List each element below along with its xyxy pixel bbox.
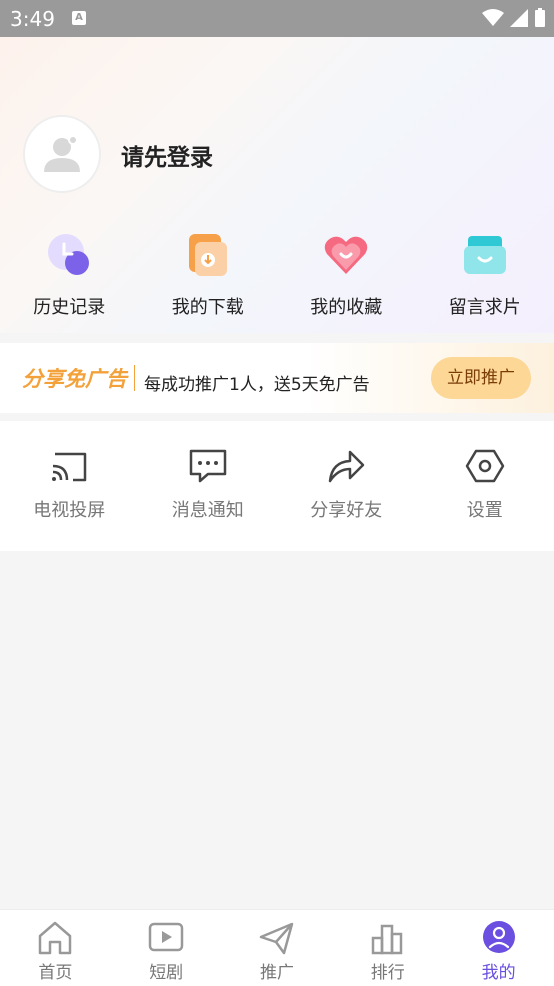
status-bar: 3:49 A bbox=[0, 0, 554, 37]
quick-link-label: 历史记录 bbox=[33, 293, 105, 319]
tool-share-friends[interactable]: 分享好友 bbox=[277, 421, 416, 551]
avatar[interactable] bbox=[23, 115, 101, 193]
tool-label: 消息通知 bbox=[172, 496, 244, 522]
inbox-icon bbox=[460, 230, 510, 280]
tab-label: 排行 bbox=[371, 958, 405, 983]
tab-label: 我的 bbox=[482, 958, 516, 983]
send-icon bbox=[258, 920, 296, 956]
notification-icon: A bbox=[72, 11, 86, 25]
play-icon bbox=[147, 920, 185, 956]
tab-label: 首页 bbox=[38, 958, 72, 983]
signal-icon bbox=[510, 9, 528, 27]
quick-link-download[interactable]: 我的下载 bbox=[139, 230, 278, 320]
rank-icon bbox=[369, 920, 407, 956]
wifi-icon bbox=[482, 9, 504, 27]
tab-ranking[interactable]: 排行 bbox=[332, 910, 443, 986]
clock-icon bbox=[44, 230, 94, 280]
message-icon bbox=[188, 448, 228, 484]
tool-label: 设置 bbox=[467, 496, 503, 522]
quick-link-favorites[interactable]: 我的收藏 bbox=[277, 230, 416, 320]
home-icon bbox=[36, 920, 74, 956]
tab-home[interactable]: 首页 bbox=[0, 910, 111, 986]
tab-promote[interactable]: 推广 bbox=[222, 910, 333, 986]
share-banner-description: 每成功推广1人，送5天免广告 bbox=[144, 370, 370, 395]
quick-links: 历史记录 我的下载 我的收藏 留言求片 bbox=[0, 230, 554, 320]
quick-link-label: 我的下载 bbox=[172, 293, 244, 319]
default-avatar-icon bbox=[40, 132, 84, 176]
tool-settings[interactable]: 设置 bbox=[416, 421, 554, 551]
heart-icon bbox=[321, 230, 371, 280]
promote-now-button[interactable]: 立即推广 bbox=[431, 357, 531, 399]
tool-tv-cast[interactable]: 电视投屏 bbox=[0, 421, 139, 551]
status-time: 3:49 bbox=[10, 7, 55, 31]
bottom-tab-bar: 首页 短剧 推广 排行 我的 bbox=[0, 909, 554, 986]
settings-icon bbox=[465, 448, 505, 484]
download-icon bbox=[183, 230, 233, 280]
tab-label: 推广 bbox=[260, 958, 294, 983]
quick-link-history[interactable]: 历史记录 bbox=[0, 230, 139, 320]
quick-link-label: 留言求片 bbox=[449, 293, 521, 319]
quick-link-request[interactable]: 留言求片 bbox=[416, 230, 554, 320]
tool-messages[interactable]: 消息通知 bbox=[139, 421, 278, 551]
tab-label: 短剧 bbox=[149, 958, 183, 983]
share-banner-brand: 分享免广告 bbox=[22, 363, 127, 393]
tool-label: 电视投屏 bbox=[33, 496, 105, 522]
tool-label: 分享好友 bbox=[310, 496, 382, 522]
tab-mine[interactable]: 我的 bbox=[443, 910, 554, 986]
share-banner-divider bbox=[134, 365, 135, 391]
login-prompt[interactable]: 请先登录 bbox=[121, 138, 213, 172]
quick-link-label: 我的收藏 bbox=[310, 293, 382, 319]
tools-panel: 电视投屏 消息通知 分享好友 设置 bbox=[0, 421, 554, 551]
tab-short-drama[interactable]: 短剧 bbox=[111, 910, 222, 986]
share-banner[interactable]: 分享免广告 每成功推广1人，送5天免广告 立即推广 bbox=[0, 343, 554, 413]
battery-icon bbox=[534, 8, 546, 28]
share-icon bbox=[326, 448, 366, 484]
cast-icon bbox=[49, 448, 89, 484]
user-icon bbox=[480, 920, 518, 956]
